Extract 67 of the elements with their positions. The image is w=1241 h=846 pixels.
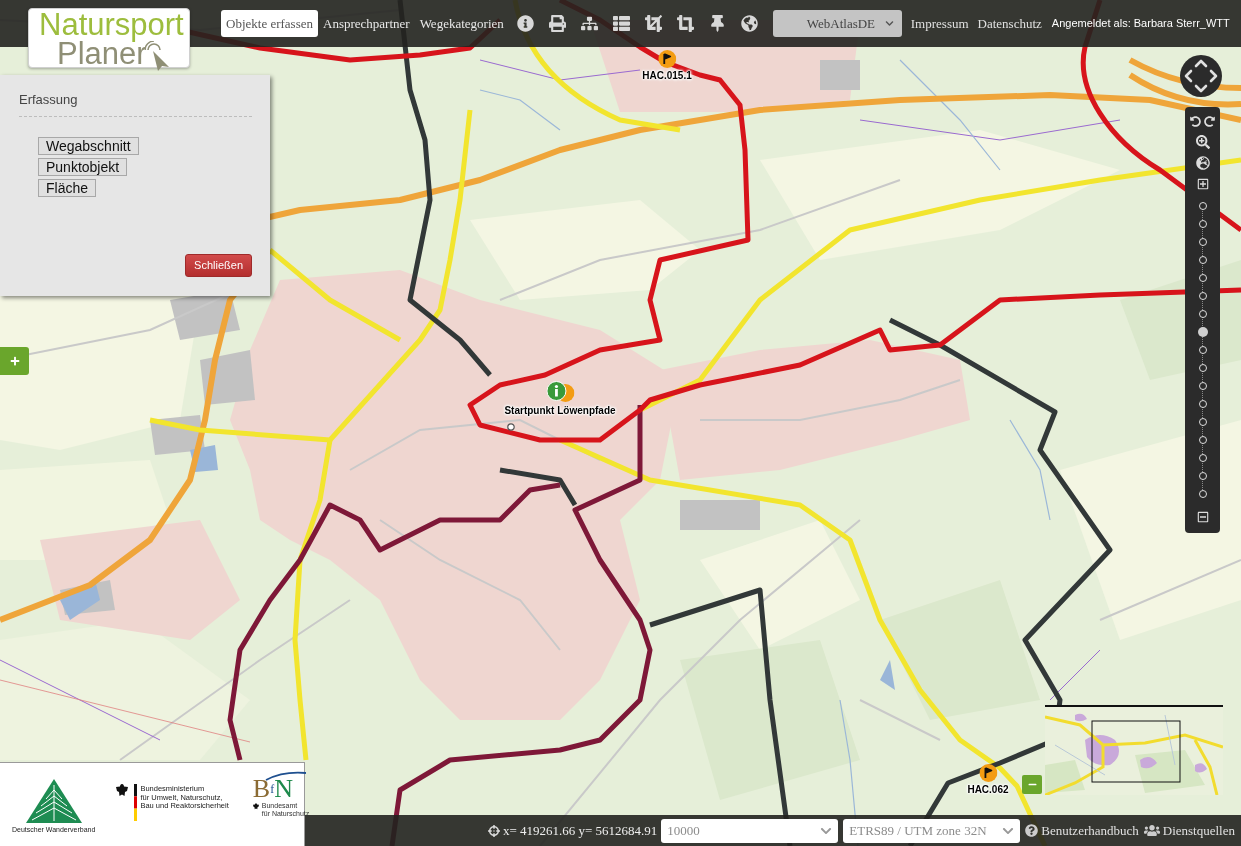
footer-link[interactable]: Dienstquellen <box>1143 820 1235 841</box>
help-icon <box>1025 824 1039 837</box>
crs-select[interactable]: ETRS89 / UTM zone 32N <box>843 818 1021 843</box>
cursor-signal-icon <box>144 41 171 71</box>
zoom-step-icon[interactable] <box>1198 418 1207 426</box>
zoom-step-icon[interactable] <box>1198 436 1207 444</box>
marker-label: HAC.062 <box>967 784 1009 796</box>
zoom-step-icon[interactable] <box>1198 256 1207 264</box>
globe-icon[interactable] <box>1195 156 1210 170</box>
panel-title: Erfassung <box>19 92 79 108</box>
crop-icon[interactable] <box>644 15 662 32</box>
zoom-step-icon[interactable] <box>1198 292 1207 300</box>
pin-icon[interactable] <box>708 15 726 32</box>
header-link[interactable]: Impressum <box>910 13 969 34</box>
info-marker-icon[interactable] <box>546 381 574 403</box>
info-icon[interactable] <box>516 15 534 32</box>
undo-icon[interactable] <box>1190 116 1201 127</box>
nav-tab[interactable]: Ansprechpartner <box>318 10 415 37</box>
users-icon <box>1143 824 1160 837</box>
zoom-step-icon[interactable] <box>1198 400 1207 408</box>
expand-button[interactable] <box>0 347 29 375</box>
header-link[interactable]: Datenschutz <box>977 13 1042 34</box>
nav-tab[interactable]: Wegekategorien <box>414 10 509 37</box>
redo-icon[interactable] <box>1204 116 1215 127</box>
zoom-in-icon[interactable] <box>1195 135 1210 149</box>
zoom-step-icon[interactable] <box>1198 310 1207 318</box>
zoom-step-icon[interactable] <box>1198 274 1207 282</box>
zoom-step-icon[interactable] <box>1198 238 1207 246</box>
footer-link[interactable]: Benutzerhandbuch <box>1025 820 1139 841</box>
crosshair-icon <box>487 824 500 837</box>
logged-in-user: Angemeldet als: Barbara Sterr_WTT <box>1051 16 1230 32</box>
list-icon[interactable] <box>612 15 630 32</box>
zoom-step-icon[interactable] <box>1198 454 1207 462</box>
swoosh-icon <box>264 771 307 781</box>
flag-marker-icon[interactable] <box>979 764 997 782</box>
emblem-icon <box>252 803 259 810</box>
capture-option-button[interactable]: Punktobjekt <box>38 158 128 176</box>
overview-map-drawing[interactable] <box>1045 705 1223 795</box>
zoom-step-icon[interactable] <box>1198 472 1207 480</box>
zoom-slider-thumb[interactable] <box>1197 327 1208 337</box>
zoom-step-icon[interactable] <box>1198 364 1207 372</box>
marker-label: Startpunkt Löwenpfade <box>504 405 616 417</box>
zoom-step-icon[interactable] <box>1198 346 1207 354</box>
print-icon[interactable] <box>548 15 566 32</box>
tree-logo-icon <box>25 779 82 823</box>
scale-select[interactable]: 10000 <box>661 818 839 843</box>
zoom-step-icon[interactable] <box>1198 202 1207 210</box>
basemap-select[interactable]: WebAtlasDE <box>772 10 902 37</box>
emblem-icon <box>116 784 129 797</box>
capture-option-button[interactable]: Fläche <box>38 179 97 197</box>
nav-tab[interactable]: Objekte erfassen <box>221 10 318 37</box>
zoom-step-icon[interactable] <box>1198 382 1207 390</box>
flag-marker-icon[interactable] <box>658 50 676 68</box>
flag-stripe-icon <box>134 784 138 821</box>
chevron-down-icon <box>884 19 894 28</box>
crop-icon[interactable] <box>676 15 694 32</box>
poi-marker-icon[interactable] <box>507 423 515 431</box>
capture-option-button[interactable]: Wegabschnitt <box>38 137 139 155</box>
coordinates-text: x= 419261.66 y= 5612684.91 <box>502 821 658 840</box>
close-button[interactable]: Schließen <box>185 254 252 277</box>
marker-label: HAC.015.1 <box>642 70 692 82</box>
pan-arrows-icon[interactable] <box>1180 55 1222 97</box>
zoom-step-icon[interactable] <box>1198 490 1207 498</box>
zoom-step-icon[interactable] <box>1198 220 1207 228</box>
globe-icon[interactable] <box>740 15 758 32</box>
sitemap-icon[interactable] <box>580 15 598 32</box>
plus-icon <box>9 356 20 366</box>
